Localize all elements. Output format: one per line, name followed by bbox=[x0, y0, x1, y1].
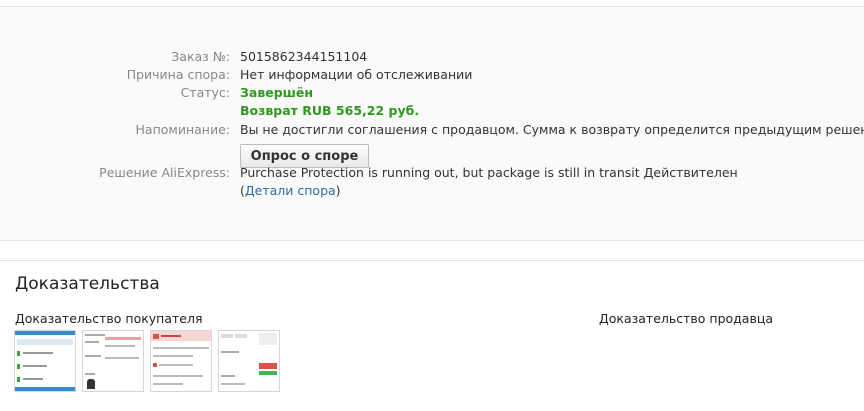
order-number-value: 5015862344151104 bbox=[240, 49, 368, 64]
dispute-details-link[interactable]: Детали спора bbox=[245, 183, 336, 198]
order-number-label: Заказ №: bbox=[171, 49, 230, 64]
status-label: Статус: bbox=[180, 85, 230, 100]
buyer-evidence-thumbnail-4[interactable] bbox=[218, 330, 280, 392]
buyer-evidence-thumbnail-2[interactable] bbox=[82, 330, 144, 392]
reminder-label: Напоминание: bbox=[135, 122, 230, 137]
buyer-evidence-thumbnail-1[interactable] bbox=[14, 330, 76, 392]
buyer-evidence-thumbnail-3[interactable] bbox=[150, 330, 212, 392]
dispute-reason-label: Причина спора: bbox=[126, 67, 230, 82]
decision-valid-text: Действителен bbox=[643, 165, 738, 180]
aliexpress-decision-value: Purchase Protection is running out, but … bbox=[240, 165, 738, 181]
section-divider bbox=[0, 260, 864, 261]
seller-evidence-title: Доказательство продавца bbox=[599, 311, 773, 326]
decision-text: Purchase Protection is running out, but … bbox=[240, 165, 640, 180]
evidence-title: Доказательства bbox=[15, 274, 160, 294]
dispute-info-panel: Заказ №: 5015862344151104 Причина спора:… bbox=[0, 6, 864, 241]
status-value: Завершён bbox=[240, 85, 314, 100]
buyer-evidence-title: Доказательство покупателя bbox=[15, 311, 203, 326]
paren-close: ) bbox=[335, 183, 341, 198]
refund-amount: Возврат RUB 565,22 руб. bbox=[240, 103, 420, 118]
aliexpress-decision-label: Решение AliExpress: bbox=[99, 165, 230, 180]
dispute-details: (Детали спора) bbox=[240, 183, 341, 199]
reminder-text: Вы не достигли соглашения с продавцом. С… bbox=[240, 122, 864, 137]
dispute-reason-value: Нет информации об отслеживании bbox=[240, 67, 473, 82]
